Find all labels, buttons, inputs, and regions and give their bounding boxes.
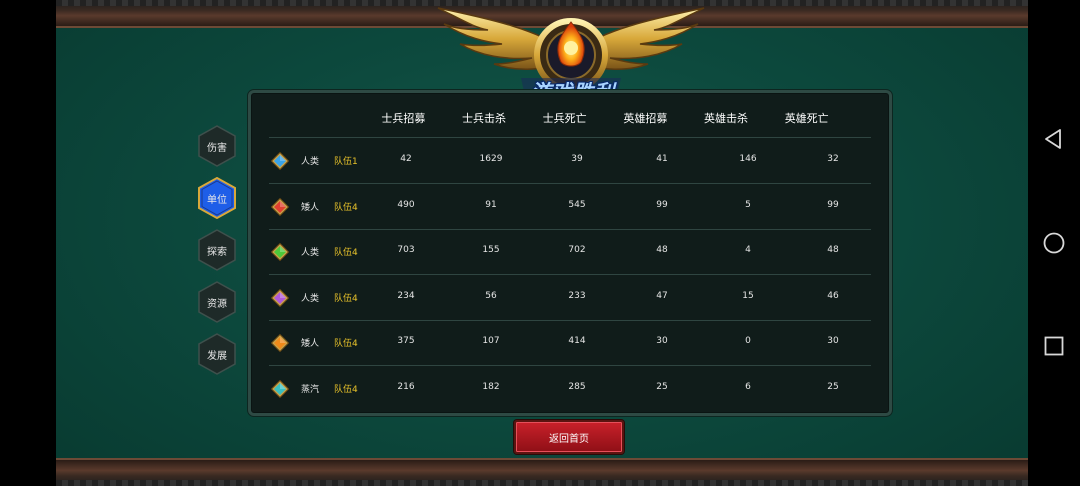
table-row: 人类 队伍4 703 155 702 48 4 48 bbox=[251, 229, 889, 274]
tab-development-label: 发展 bbox=[207, 350, 227, 362]
stat-cell: 25 bbox=[827, 382, 839, 392]
stat-cell: 1629 bbox=[479, 154, 503, 164]
stat-cell: 48 bbox=[827, 245, 839, 256]
stat-cell: 42 bbox=[400, 154, 412, 164]
victory-emblem: 游戏胜利 bbox=[436, 0, 706, 104]
faction-gem-icon bbox=[271, 334, 289, 353]
table-header: 士兵招募 士兵击杀 士兵死亡 英雄招募 英雄击杀 英雄死亡 bbox=[363, 110, 847, 126]
stats-panel: 士兵招募 士兵击杀 士兵死亡 英雄招募 英雄击杀 英雄死亡 人类 队伍1 42 162… bbox=[248, 90, 892, 416]
stat-cell: 99 bbox=[656, 199, 668, 210]
column-header: 英雄死亡 bbox=[784, 112, 829, 125]
stat-cell: 703 bbox=[397, 245, 415, 256]
stat-cell: 39 bbox=[571, 154, 583, 164]
tab-resources[interactable]: 资源 bbox=[198, 281, 236, 323]
stat-cell: 146 bbox=[739, 154, 757, 164]
system-nav-bar bbox=[1028, 0, 1080, 486]
stat-cell: 285 bbox=[568, 382, 586, 392]
team-label: 队伍4 bbox=[334, 202, 358, 213]
table-row: 人类 队伍4 234 56 233 47 15 46 bbox=[251, 275, 889, 320]
tab-damage[interactable]: 伤害 bbox=[198, 125, 236, 167]
stat-cell: 99 bbox=[827, 199, 839, 210]
tab-explore[interactable]: 探索 bbox=[198, 229, 236, 271]
team-label: 队伍1 bbox=[334, 157, 358, 167]
stat-cell: 46 bbox=[827, 290, 839, 301]
bottom-frame-border bbox=[56, 458, 1028, 486]
stat-cell: 490 bbox=[397, 199, 415, 210]
back-icon[interactable] bbox=[1042, 127, 1066, 151]
stat-cell: 91 bbox=[485, 199, 497, 210]
column-header: 英雄击杀 bbox=[704, 112, 749, 125]
recents-icon[interactable] bbox=[1042, 334, 1066, 358]
table-row: 矮人 队伍4 490 91 545 99 5 99 bbox=[251, 184, 889, 229]
faction-gem-icon bbox=[271, 197, 289, 216]
tab-explore-label: 探索 bbox=[207, 246, 227, 258]
stat-cell: 155 bbox=[482, 245, 500, 256]
race-label: 人类 bbox=[301, 293, 320, 304]
tab-resources-label: 资源 bbox=[207, 298, 227, 310]
stat-cell: 25 bbox=[656, 382, 668, 392]
race-label: 人类 bbox=[301, 248, 320, 259]
race-label: 人类 bbox=[301, 157, 320, 167]
return-home-button[interactable]: 返回首页 bbox=[514, 420, 624, 454]
home-icon[interactable] bbox=[1042, 231, 1066, 255]
stat-cell: 182 bbox=[482, 382, 500, 392]
column-header: 士兵招募 bbox=[381, 112, 426, 125]
race-label: 矮人 bbox=[301, 339, 320, 350]
stat-cell: 48 bbox=[656, 245, 668, 256]
stat-cell: 234 bbox=[397, 290, 415, 301]
stat-cell: 0 bbox=[745, 336, 751, 347]
team-label: 队伍4 bbox=[334, 248, 358, 259]
table-row: 矮人 队伍4 375 107 414 30 0 30 bbox=[251, 320, 889, 365]
stat-cell: 15 bbox=[742, 290, 754, 301]
stat-cell: 4 bbox=[745, 245, 751, 256]
stat-cell: 702 bbox=[568, 245, 586, 256]
stat-cell: 5 bbox=[745, 199, 751, 210]
tab-damage-label: 伤害 bbox=[207, 142, 227, 154]
game-screen: 游戏胜利 伤害 单位 探索 资源 发展 士兵招募 士兵 bbox=[56, 0, 1028, 486]
team-label: 队伍4 bbox=[334, 385, 358, 395]
column-header: 士兵死亡 bbox=[542, 112, 587, 125]
table-row: 人类 队伍1 42 1629 39 41 146 32 bbox=[251, 138, 889, 183]
stat-cell: 375 bbox=[397, 336, 415, 347]
stat-cell: 414 bbox=[568, 336, 586, 347]
race-label: 蒸汽 bbox=[301, 385, 320, 395]
faction-gem-icon bbox=[271, 380, 289, 398]
tab-units-label: 单位 bbox=[207, 194, 227, 206]
stat-cell: 41 bbox=[656, 154, 668, 164]
team-label: 队伍4 bbox=[334, 293, 358, 304]
stat-cell: 56 bbox=[485, 290, 497, 301]
team-label: 队伍4 bbox=[334, 339, 358, 350]
stat-cell: 32 bbox=[827, 154, 839, 164]
stat-cell: 107 bbox=[482, 336, 500, 347]
faction-gem-icon bbox=[271, 288, 289, 307]
faction-gem-icon bbox=[271, 152, 289, 170]
tab-units[interactable]: 单位 bbox=[198, 177, 236, 219]
column-header: 英雄招募 bbox=[623, 112, 668, 125]
stat-cell: 30 bbox=[656, 336, 668, 347]
stat-cell: 545 bbox=[568, 199, 586, 210]
stat-cell: 6 bbox=[745, 382, 751, 392]
stat-cell: 233 bbox=[568, 290, 586, 301]
stat-cell: 47 bbox=[656, 290, 668, 301]
tab-development[interactable]: 发展 bbox=[198, 333, 236, 375]
stat-cell: 30 bbox=[827, 336, 839, 347]
race-label: 矮人 bbox=[301, 202, 320, 213]
table-row: 蒸汽 队伍4 216 182 285 25 6 25 bbox=[251, 366, 889, 411]
column-header: 士兵击杀 bbox=[462, 112, 506, 125]
stat-cell: 216 bbox=[397, 382, 415, 392]
faction-gem-icon bbox=[271, 243, 289, 262]
